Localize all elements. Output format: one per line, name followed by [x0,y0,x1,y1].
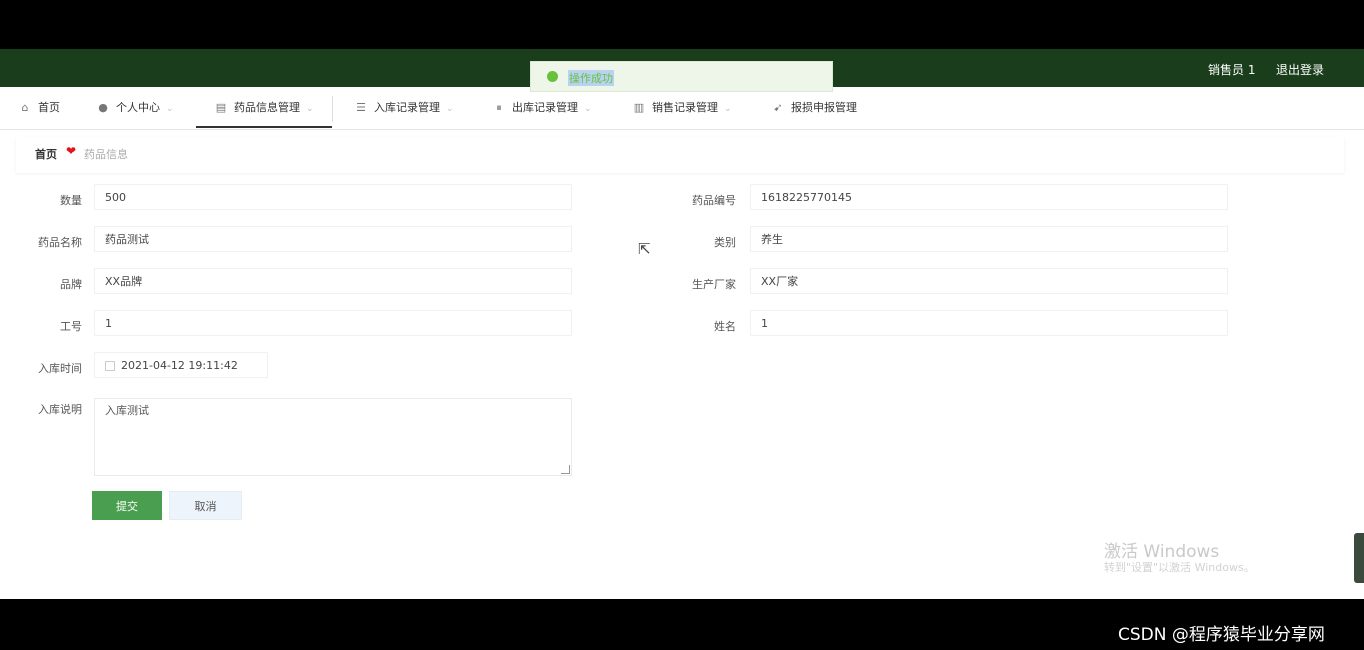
maker-label: 生产厂家 [692,278,736,291]
nav-divider [332,96,333,122]
breadcrumb-home[interactable]: 首页 [35,146,57,162]
category-label: 类别 [714,236,736,249]
staff-id-label: 工号 [60,320,82,333]
nav-damage-report[interactable]: ➹ 报损申报管理 [771,88,857,128]
nav-medicine-info[interactable]: ▤ 药品信息管理 ⌄ [196,88,332,128]
list-icon: ☰ [356,101,366,114]
brand-input[interactable]: XX品牌 [94,268,572,294]
toast-message: 操作成功 [568,70,614,86]
nav-stock-out[interactable]: ⏸ 出库记录管理 ⌄ [492,88,592,128]
submit-button[interactable]: 提交 [92,491,162,520]
time-label: 入库时间 [38,362,82,375]
quantity-label: 数量 [60,194,82,207]
cancel-button[interactable]: 取消 [169,491,242,520]
calendar-icon [105,361,115,371]
mouse-cursor-icon: ⇱ [638,240,651,258]
staff-name-label: 姓名 [714,320,736,333]
chevron-down-icon: ⌄ [724,104,732,114]
nav-sales[interactable]: ▥ 销售记录管理 ⌄ [632,88,732,128]
chevron-down-icon: ⌄ [446,104,454,114]
resize-handle[interactable] [561,465,570,474]
success-toast: 操作成功 [530,61,833,92]
category-input[interactable]: 养生 [750,226,1228,252]
nav-stock-in[interactable]: ☰ 入库记录管理 ⌄ [354,88,454,128]
activate-windows-hint: 转到"设置"以激活 Windows。 [1104,561,1255,574]
column-icon: ⏸ [496,101,502,114]
main-nav: ⌂ 首页 ● 个人中心 ⌄ ▤ 药品信息管理 ⌄ ☰ 入库记录管理 ⌄ ⏸ 出库记录管理 ⌄ ▥ 销… [0,88,1364,130]
code-label: 药品编号 [692,194,736,207]
chevron-down-icon: ⌄ [584,104,592,114]
user-icon: ● [98,101,108,114]
brand-label: 品牌 [60,278,82,291]
nav-profile[interactable]: ● 个人中心 ⌄ [96,88,174,128]
app-frame: 销售员 1 退出登录 操作成功 ⌂ 首页 ● 个人中心 ⌄ ▤ 药品信息管理 ⌄ ☰ 入库记… [0,49,1364,599]
nav-home[interactable]: ⌂ 首页 [18,88,61,128]
heart-icon: ❤ [66,144,77,158]
name-label: 药品名称 [38,236,82,249]
home-icon: ⌂ [21,101,29,114]
name-input[interactable]: 药品测试 [94,226,572,252]
staff-id-input[interactable]: 1 [94,310,572,336]
code-input[interactable]: 1618225770145 [750,184,1228,210]
chevron-down-icon: ⌄ [166,104,174,114]
staff-name-input[interactable]: 1 [750,310,1228,336]
current-user: 销售员 1 [1208,63,1256,77]
breadcrumb-current: 药品信息 [84,148,128,161]
quantity-input[interactable]: 500 [94,184,572,210]
maker-input[interactable]: XX厂家 [750,268,1228,294]
time-picker[interactable]: 2021-04-12 19:11:42 [94,352,268,378]
success-icon [547,71,558,82]
side-handle[interactable] [1354,533,1364,583]
flag-icon: ➹ [773,101,783,114]
chevron-down-icon: ⌄ [306,104,314,114]
logout-button[interactable]: 退出登录 [1276,61,1324,78]
detail-textarea[interactable]: 入库测试 [94,398,572,476]
pill-icon: ▤ [215,101,227,114]
breadcrumb: 首页 ❤ 药品信息 [16,137,1344,173]
chart-icon: ▥ [633,101,645,114]
csdn-watermark: CSDN @程序猿毕业分享网 [1118,625,1325,645]
detail-label: 入库说明 [38,403,82,416]
